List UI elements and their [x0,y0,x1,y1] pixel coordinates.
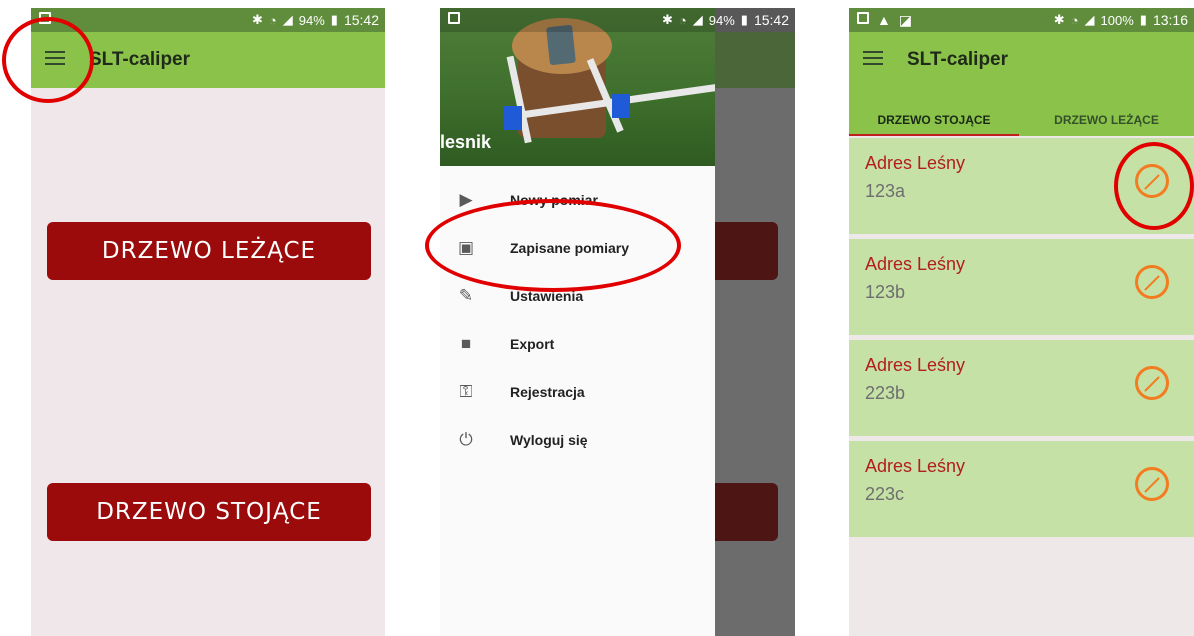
status-bar: ✱ ◔ ◢ 94% ▮ 15:42 [440,8,795,32]
app-title: SLT-caliper [907,49,1009,70]
menu-item-settings[interactable]: ✎ Ustawienia [440,274,715,322]
app-header: SLT-caliper DRZEWO STOJĄCE DRZEWO LEŻĄCE [849,32,1194,136]
wifi-icon: ◔ [1070,12,1079,28]
image-icon [39,12,51,24]
list-item[interactable]: Adres Leśny 123a [849,138,1194,234]
standing-tree-button[interactable]: DRZEWO STOJĄCE [47,483,371,541]
caliper-jaw-left [504,106,522,130]
battery-percent: 94% [298,12,325,28]
drawer-username: lesnik [440,132,492,152]
tab-standing-tree[interactable]: DRZEWO STOJĄCE [849,104,1019,136]
wifi-icon: ◔ [678,12,687,28]
signal-icon: ◢ [692,12,703,27]
battery-icon: ▮ [740,12,748,27]
menu-item-label: Zapisane pomiary [510,240,630,256]
bluetooth-icon: ✱ [1053,12,1065,27]
signal-icon: ◢ [282,12,293,27]
lying-tree-button[interactable]: DRZEWO LEŻĄCE [47,222,371,280]
bluetooth-icon: ✱ [252,12,263,27]
status-bar: ✱ ◔ ◢ 94% ▮ 15:42 [31,8,385,32]
key-icon: ⚿ [459,382,473,401]
card-id: 123b [865,282,906,302]
hamburger-menu-button[interactable] [863,51,883,65]
menu-item-logout[interactable]: ⏻ Wyloguj się [440,418,715,466]
list-item[interactable]: Adres Leśny 123b [849,239,1194,335]
menu-item-export[interactable]: ■ Export [440,322,715,370]
drawer-screen: ĄCE ĄCE lesnik ▶ Nowy pomiar ▣ Zapisane … [440,8,795,636]
wifi-icon: ◔ [268,12,277,28]
menu-item-label: Ustawienia [510,288,584,304]
play-icon: ▶ [459,190,473,209]
card-id: 123a [865,181,906,201]
navigation-drawer: lesnik ▶ Nowy pomiar ▣ Zapisane pomiary … [440,8,715,636]
wrench-icon: ✎ [458,286,474,305]
card-address: Adres Leśny [865,456,966,476]
menu-item-registration[interactable]: ⚿ Rejestracja [440,370,715,418]
list-item[interactable]: Adres Leśny 223b [849,340,1194,436]
card-address: Adres Leśny [865,153,966,173]
battery-icon: ▮ [330,12,338,27]
saved-measurements-screen: ▲ ◪ ✱ ◔ ◢ 100% ▮ 13:16 SLT-caliper DRZEW… [849,8,1194,636]
status-bar: ▲ ◪ ✱ ◔ ◢ 100% ▮ 13:16 [849,8,1194,32]
save-icon: ■ [460,334,472,353]
signal-icon: ◢ [1084,12,1095,27]
battery-percent: 100% [1100,12,1134,28]
menu-item-label: Wyloguj się [510,432,588,448]
menu-item-saved-measurements[interactable]: ▣ Zapisane pomiary [440,226,715,274]
edit-icon[interactable] [1135,164,1169,198]
list-item[interactable]: Adres Leśny 223c [849,441,1194,537]
card-address: Adres Leśny [865,254,966,274]
menu-item-new-measurement[interactable]: ▶ Nowy pomiar [440,178,715,226]
caliper-jaw-right [612,94,630,118]
drawer-menu: ▶ Nowy pomiar ▣ Zapisane pomiary ✎ Ustaw… [440,178,715,466]
tab-lying-tree[interactable]: DRZEWO LEŻĄCE [1019,104,1194,136]
card-id: 223b [865,383,906,403]
app-title: SLT-caliper [89,49,191,70]
menu-item-label: Export [510,336,555,352]
notification-icon: ◪ [898,12,913,28]
edit-icon[interactable] [1135,265,1169,299]
photo-library-icon: ▣ [457,238,475,257]
edit-icon[interactable] [1135,467,1169,501]
card-id: 223c [865,484,905,504]
status-time: 13:16 [1152,12,1188,28]
warning-icon: ▲ [877,12,891,28]
menu-item-label: Nowy pomiar [510,192,598,208]
image-icon [857,12,869,24]
hamburger-menu-button[interactable] [45,51,65,65]
bluetooth-icon: ✱ [662,12,673,27]
home-screen: ✱ ◔ ◢ 94% ▮ 15:42 SLT-caliper DRZEWO LEŻ… [31,8,385,636]
battery-icon: ▮ [1139,12,1147,27]
power-icon: ⏻ [459,430,473,449]
image-icon [448,12,460,24]
status-time: 15:42 [343,12,379,28]
status-time: 15:42 [753,12,789,28]
battery-percent: 94% [708,12,735,28]
card-address: Adres Leśny [865,355,966,375]
app-bar: SLT-caliper [31,32,385,88]
edit-icon[interactable] [1135,366,1169,400]
menu-item-label: Rejestracja [510,384,585,400]
